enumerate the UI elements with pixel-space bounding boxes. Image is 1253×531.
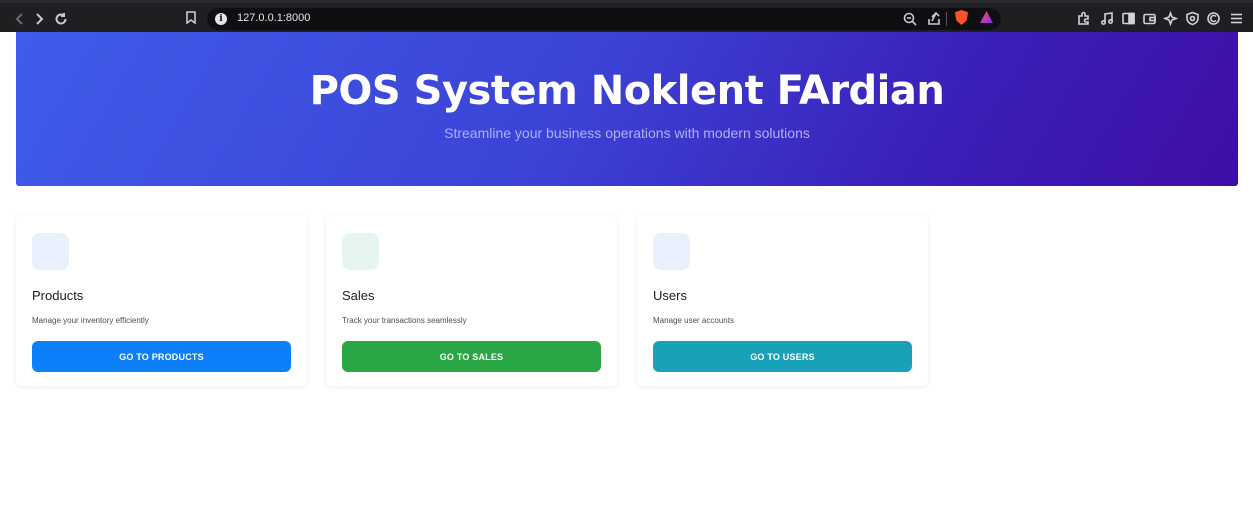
- media-icon[interactable]: [1100, 11, 1115, 26]
- zoom-icon[interactable]: [903, 12, 917, 26]
- browser-toolbar: i 127.0.0.1:8000: [0, 0, 1253, 32]
- card-description: Manage user accounts: [653, 316, 734, 325]
- vpn-shield-icon[interactable]: [1185, 11, 1200, 26]
- toolbar-divider: [946, 12, 947, 26]
- menu-icon[interactable]: [1229, 11, 1244, 26]
- leo-ai-icon[interactable]: [1162, 10, 1179, 27]
- go-to-users-button[interactable]: GO TO USERS: [653, 341, 912, 372]
- page-subtitle: Streamline your business operations with…: [444, 125, 810, 141]
- products-card: Products Manage your inventory efficient…: [16, 216, 307, 386]
- go-to-sales-button[interactable]: GO TO SALES: [342, 341, 601, 372]
- card-title: Sales: [342, 288, 375, 303]
- back-icon[interactable]: [10, 9, 30, 29]
- extensions-icon[interactable]: [1076, 11, 1091, 26]
- forward-icon[interactable]: [29, 9, 49, 29]
- users-card: Users Manage user accounts GO TO USERS: [637, 216, 928, 386]
- sidebar-icon[interactable]: [1121, 11, 1136, 26]
- sales-icon: [342, 233, 379, 270]
- card-title: Products: [32, 288, 84, 303]
- bookmark-icon[interactable]: [186, 11, 196, 25]
- go-to-products-button[interactable]: GO TO PRODUCTS: [32, 341, 291, 372]
- users-icon: [653, 233, 690, 270]
- reload-icon[interactable]: [51, 9, 71, 29]
- hero-banner: POS System Noklent FArdian Streamline yo…: [16, 32, 1238, 186]
- address-bar[interactable]: i 127.0.0.1:8000: [207, 8, 1001, 30]
- url-text: 127.0.0.1:8000: [237, 12, 311, 24]
- card-title: Users: [653, 288, 687, 303]
- card-description: Manage your inventory efficiently: [32, 316, 149, 325]
- wallet-icon[interactable]: [1142, 11, 1157, 26]
- products-icon: [32, 233, 69, 270]
- profile-icon[interactable]: [1206, 11, 1221, 26]
- site-info-icon[interactable]: i: [215, 13, 227, 25]
- page-title: POS System Noklent FArdian: [309, 68, 945, 114]
- card-description: Track your transactions seamlessly: [342, 316, 467, 325]
- sales-card: Sales Track your transactions seamlessly…: [326, 216, 617, 386]
- share-icon[interactable]: [927, 11, 941, 26]
